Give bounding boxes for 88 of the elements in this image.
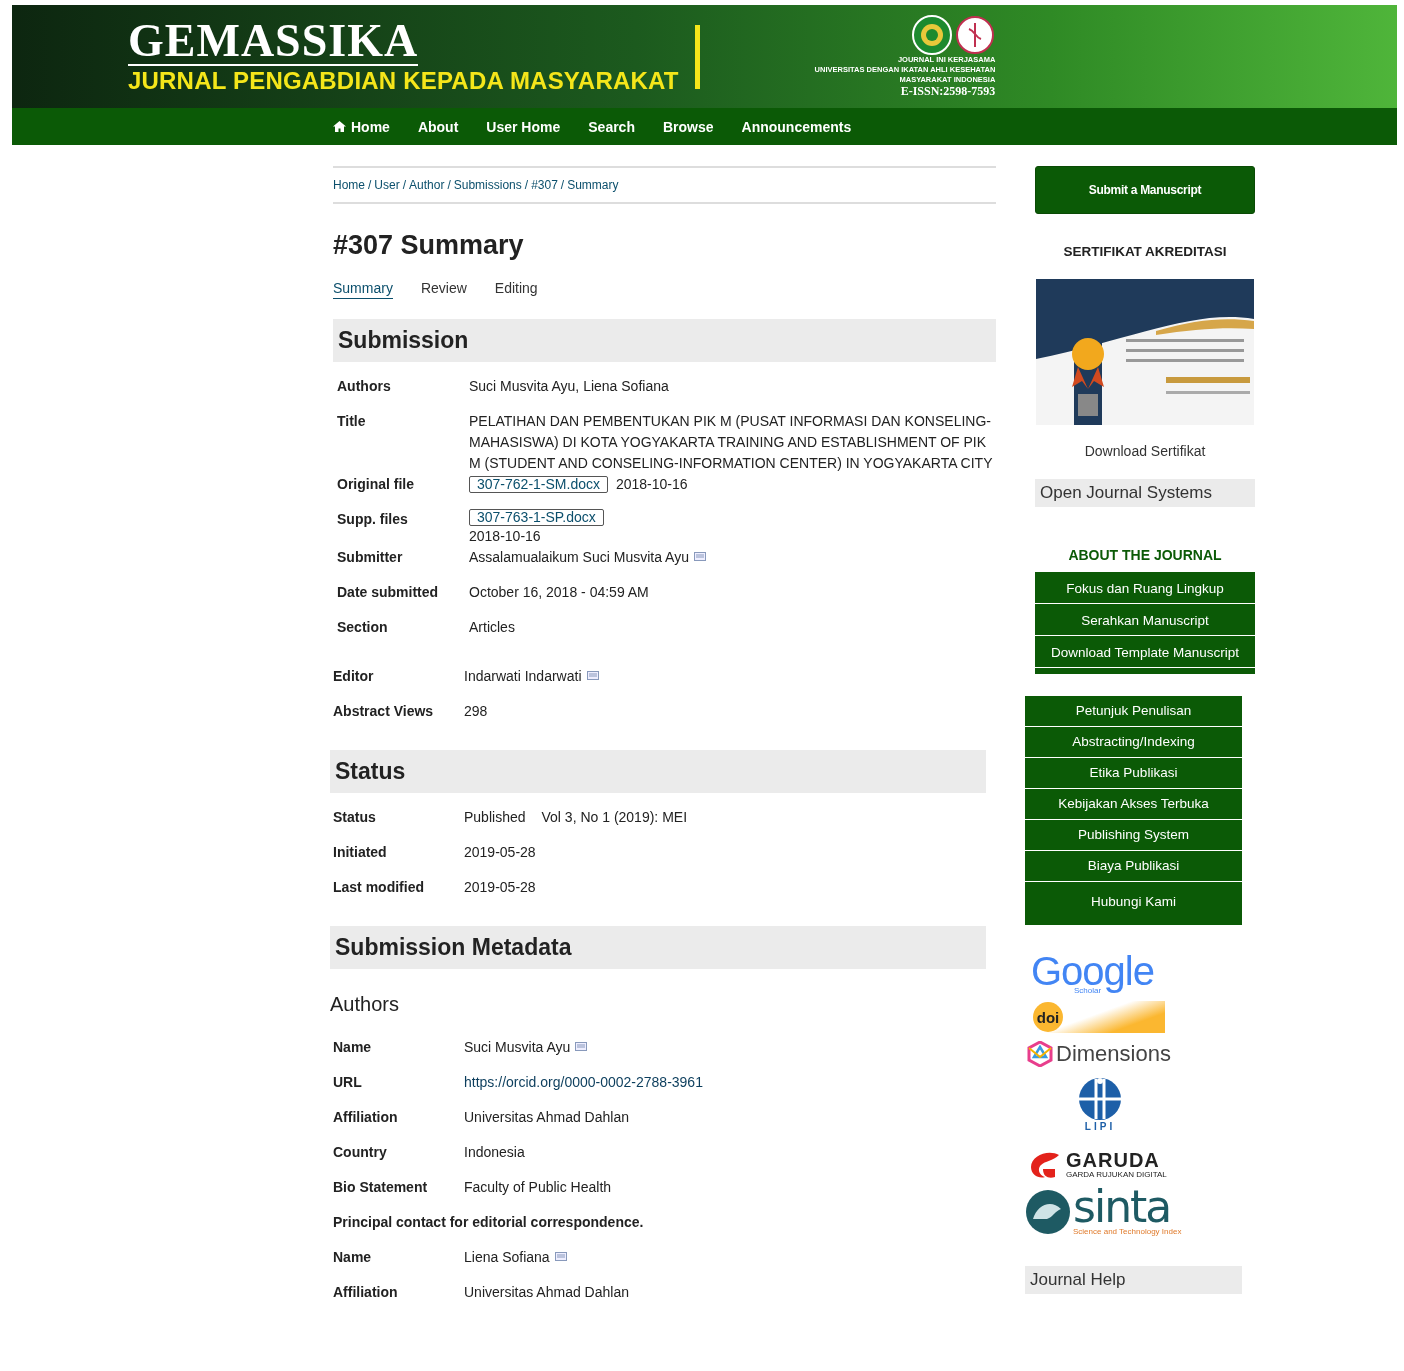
field-label: Affiliation xyxy=(333,1283,399,1302)
field-label: Supp. files xyxy=(337,510,409,529)
issn-text: E-ISSN:2598-7593 xyxy=(900,85,996,98)
field-value: Universitas Ahmad Dahlan xyxy=(464,1284,629,1300)
tab[interactable]: Editing xyxy=(494,280,538,299)
field-value: Assalamualaikum Suci Musvita Ayu xyxy=(469,549,689,565)
download-certificate-link[interactable]: Download Sertifikat xyxy=(1035,443,1255,459)
journal-title: GEMASSIKA xyxy=(128,17,419,66)
field-label: Title xyxy=(337,412,367,431)
field-label: Date submitted xyxy=(337,583,440,602)
file-link[interactable]: 307-762-1-SM.docx xyxy=(469,476,608,493)
email-icon[interactable] xyxy=(693,552,706,561)
breadcrumb-link[interactable]: User xyxy=(374,178,400,192)
nav-link[interactable]: Browse xyxy=(662,118,714,135)
doi-logo[interactable]: doi xyxy=(1033,1001,1165,1033)
field-value: Indonesia xyxy=(464,1144,525,1160)
field-label: Editor xyxy=(333,667,375,686)
emblem-icon xyxy=(911,15,954,55)
contact-note: Principal contact for editorial correspondence. xyxy=(333,1213,645,1232)
section-heading: Submission xyxy=(333,319,996,362)
nav-link[interactable]: User Home xyxy=(486,118,561,135)
field-value: Published xyxy=(464,809,526,825)
field-value: Liena Sofiana xyxy=(464,1249,550,1265)
field-value: Suci Musvita Ayu, Liena Sofiana xyxy=(469,378,669,394)
journal-subtitle: JURNAL PENGABDIAN KEPADA MASYARAKAT xyxy=(128,65,679,96)
email-icon[interactable] xyxy=(575,1042,588,1051)
field-value: 2019-05-28 xyxy=(464,879,536,895)
section-heading: Status xyxy=(330,750,986,793)
field-label: Name xyxy=(333,1248,373,1267)
field-value: Suci Musvita Ayu xyxy=(464,1039,571,1055)
breadcrumb-link[interactable]: Author xyxy=(409,178,445,192)
field-label: Name xyxy=(333,1038,373,1057)
breadcrumb-link[interactable]: Submissions xyxy=(453,178,522,192)
breadcrumb-separator: / xyxy=(402,178,407,192)
tab[interactable]: Summary xyxy=(333,280,393,299)
garuda-logo[interactable]: GARUDA GARDA RUJUKAN DIGITAL xyxy=(1029,1150,1167,1179)
field-value: 2018-10-16 xyxy=(615,475,688,494)
sidebar-heading: SERTIFIKAT AKREDITASI xyxy=(1062,244,1228,259)
field-value: 298 xyxy=(464,703,488,719)
ojs-block-title: Open Journal Systems xyxy=(1035,479,1255,507)
field-label: Initiated xyxy=(333,843,388,862)
field-label: Authors xyxy=(337,377,392,396)
breadcrumb-link[interactable]: #307 xyxy=(531,178,558,192)
subsection-heading: Authors xyxy=(330,992,400,1017)
home-icon xyxy=(333,121,346,132)
field-label: Affiliation xyxy=(333,1108,399,1127)
field-value: PELATIHAN DAN PEMBENTUKAN PIK M (PUSAT INFORMASI DAN KONSELING-MAHASISWA) DI KOTA YOGYAKARTA TRAINING AND ESTABLISHMENT OF PIK M (STUDENT AND CONSELING-INFORMATION CENTER) IN YOGYAKARTA CITY xyxy=(469,413,993,471)
field-label: Last modified xyxy=(333,878,425,897)
field-label: Country xyxy=(333,1143,388,1162)
field-value: Indarwati Indarwati xyxy=(464,668,582,684)
url-link[interactable]: https://orcid.org/0000-0002-2788-3961 xyxy=(464,1074,703,1090)
field-value: 2019-05-28 xyxy=(464,844,536,860)
sidebar-heading: ABOUT THE JOURNAL xyxy=(1067,547,1223,563)
nav-link[interactable]: Search xyxy=(588,118,635,135)
submit-manuscript-button[interactable]: Submit a Manuscript xyxy=(1035,166,1255,214)
email-icon[interactable] xyxy=(586,671,599,680)
breadcrumb-separator: / xyxy=(368,178,372,192)
field-value: Faculty of Public Health xyxy=(464,1179,612,1195)
field-value: 2018-10-16 xyxy=(469,527,541,546)
field-label: URL xyxy=(333,1073,363,1092)
field-label: Submitter xyxy=(337,548,404,567)
journal-help-title: Journal Help xyxy=(1025,1266,1242,1294)
breadcrumb-separator: / xyxy=(447,178,451,192)
nav-link[interactable]: About xyxy=(417,118,459,135)
breadcrumb-link[interactable]: Summary xyxy=(567,178,619,192)
file-link[interactable]: 307-763-1-SP.docx xyxy=(469,509,604,526)
field-value: Universitas Ahmad Dahlan xyxy=(464,1109,629,1125)
tab[interactable]: Review xyxy=(420,280,467,299)
email-icon[interactable] xyxy=(554,1252,567,1261)
certificate-image[interactable] xyxy=(1036,279,1254,425)
field-label: Section xyxy=(337,618,389,637)
section-heading: Submission Metadata xyxy=(330,926,986,969)
emblem-icon xyxy=(955,15,996,55)
field-label: Abstract Views xyxy=(333,702,435,721)
issue-text: Vol 3, No 1 (2019): MEI xyxy=(541,809,688,825)
field-label: Status xyxy=(333,808,377,827)
breadcrumb-separator: / xyxy=(560,178,565,192)
field-value: Articles xyxy=(469,619,515,635)
breadcrumb-separator: / xyxy=(524,178,529,192)
nav-link[interactable]: Home xyxy=(333,118,390,135)
breadcrumb-link[interactable]: Home xyxy=(333,178,365,192)
field-label: Bio Statement xyxy=(333,1178,429,1197)
nav-link[interactable]: Announcements xyxy=(741,118,852,135)
divider-bar xyxy=(694,24,700,89)
page-title: #307 Summary xyxy=(333,230,525,260)
dimensions-logo[interactable]: Dimensions xyxy=(1027,1041,1171,1067)
field-value: October 16, 2018 - 04:59 AM xyxy=(469,584,649,600)
field-label: Original file xyxy=(337,475,415,494)
